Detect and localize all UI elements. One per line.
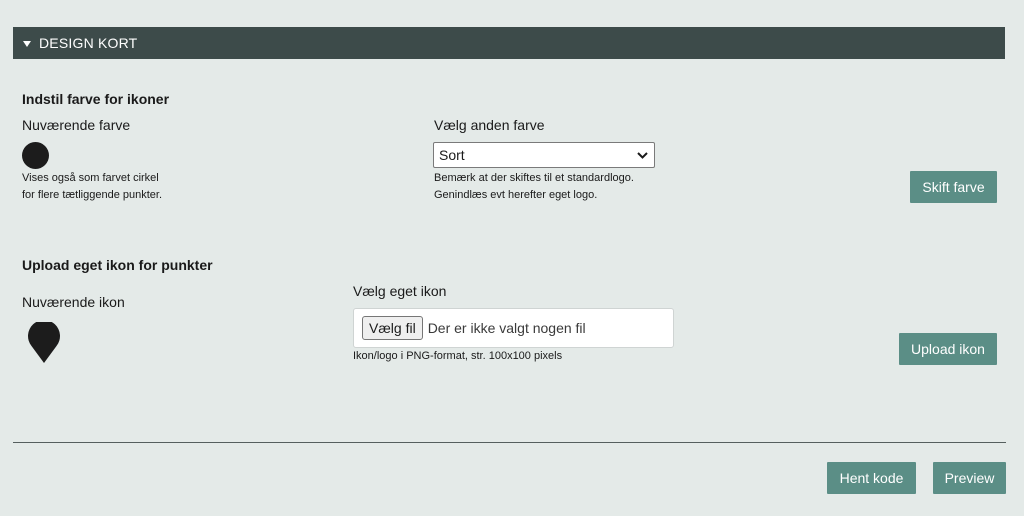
preview-button[interactable]: Preview xyxy=(933,462,1006,494)
current-color-note-line: for flere tætliggende punkter. xyxy=(22,189,163,201)
color-select-value: Sort xyxy=(439,147,465,163)
upload-icon-button[interactable]: Upload ikon xyxy=(899,333,997,365)
file-note: Ikon/logo i PNG-format, str. 100x100 pix… xyxy=(353,350,563,362)
choose-file-button[interactable]: Vælg fil xyxy=(362,316,423,340)
get-code-button[interactable]: Hent kode xyxy=(827,462,916,494)
map-pin-icon xyxy=(28,322,60,363)
current-color-note-line: Vises også som farvet cirkel xyxy=(22,172,159,184)
chevron-down-icon xyxy=(637,151,648,159)
change-color-button[interactable]: Skift farve xyxy=(910,171,997,203)
current-color-label: Nuværende farve xyxy=(22,117,131,133)
icon-section-title: Upload eget ikon for punkter xyxy=(22,257,213,273)
choose-color-label: Vælg anden farve xyxy=(434,117,545,133)
choose-color-note-line: Bemærk at der skiftes til et standardlog… xyxy=(434,172,634,184)
color-section-title: Indstil farve for ikoner xyxy=(22,91,170,107)
choose-color-note-line: Genindlæs evt herefter eget logo. xyxy=(434,189,598,201)
choose-color-note: Bemærk at der skiftes til et standardlog… xyxy=(434,170,634,204)
section-title: DESIGN KORT xyxy=(39,35,138,51)
current-icon-label: Nuværende ikon xyxy=(22,294,125,310)
section-header-design-kort[interactable]: DESIGN KORT xyxy=(13,27,1005,59)
file-status: Der er ikke valgt nogen fil xyxy=(427,320,586,336)
caret-down-icon xyxy=(23,40,31,47)
current-color-note: Vises også som farvet cirkel for flere t… xyxy=(22,170,162,204)
file-input[interactable]: Vælg fil Der er ikke valgt nogen fil xyxy=(353,308,674,348)
current-color-swatch xyxy=(22,142,49,169)
divider xyxy=(13,442,1006,443)
color-select[interactable]: Sort xyxy=(433,142,655,168)
choose-icon-label: Vælg eget ikon xyxy=(353,283,447,299)
